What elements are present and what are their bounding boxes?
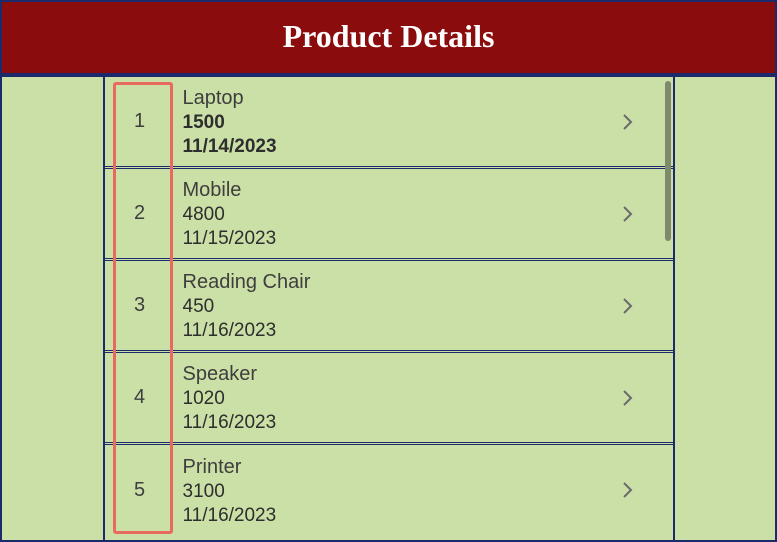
product-name: Reading Chair: [183, 271, 583, 294]
chevron-right-icon[interactable]: [583, 353, 673, 442]
chevron-right-icon[interactable]: [583, 169, 673, 258]
row-index: 5: [105, 445, 175, 535]
product-date: 11/15/2023: [183, 228, 583, 250]
content-area: 1 Laptop 1500 11/14/2023 2 Mobile 4800: [2, 77, 775, 540]
product-price: 4800: [183, 204, 583, 226]
row-index: 1: [105, 77, 175, 166]
product-name: Mobile: [183, 179, 583, 202]
row-info: Speaker 1020 11/16/2023: [175, 353, 583, 442]
row-info: Printer 3100 11/16/2023: [175, 445, 583, 535]
product-price: 3100: [183, 481, 583, 503]
row-index: 4: [105, 353, 175, 442]
product-date: 11/16/2023: [183, 505, 583, 527]
row-info: Laptop 1500 11/14/2023: [175, 77, 583, 166]
row-index: 2: [105, 169, 175, 258]
scrollbar-thumb[interactable]: [665, 81, 671, 241]
row-info: Mobile 4800 11/15/2023: [175, 169, 583, 258]
chevron-right-icon[interactable]: [583, 445, 673, 535]
list-item[interactable]: 4 Speaker 1020 11/16/2023: [105, 353, 673, 445]
row-info: Reading Chair 450 11/16/2023: [175, 261, 583, 350]
product-price: 1020: [183, 388, 583, 410]
chevron-right-icon[interactable]: [583, 261, 673, 350]
list-item[interactable]: 2 Mobile 4800 11/15/2023: [105, 169, 673, 261]
page-title: Product Details: [2, 2, 775, 77]
product-name: Printer: [183, 456, 583, 479]
list-item[interactable]: 3 Reading Chair 450 11/16/2023: [105, 261, 673, 353]
product-date: 11/16/2023: [183, 320, 583, 342]
product-price: 1500: [183, 112, 583, 134]
list-item[interactable]: 5 Printer 3100 11/16/2023: [105, 445, 673, 535]
chevron-right-icon[interactable]: [583, 77, 673, 166]
product-panel: 1 Laptop 1500 11/14/2023 2 Mobile 4800: [103, 77, 675, 540]
list-item[interactable]: 1 Laptop 1500 11/14/2023: [105, 77, 673, 169]
product-name: Speaker: [183, 363, 583, 386]
product-list: 1 Laptop 1500 11/14/2023 2 Mobile 4800: [105, 77, 673, 535]
product-price: 450: [183, 296, 583, 318]
row-index: 3: [105, 261, 175, 350]
product-date: 11/14/2023: [183, 136, 583, 158]
product-name: Laptop: [183, 87, 583, 110]
product-date: 11/16/2023: [183, 412, 583, 434]
app-window: Product Details 1 Laptop 1500 11/14/2023…: [0, 0, 777, 542]
